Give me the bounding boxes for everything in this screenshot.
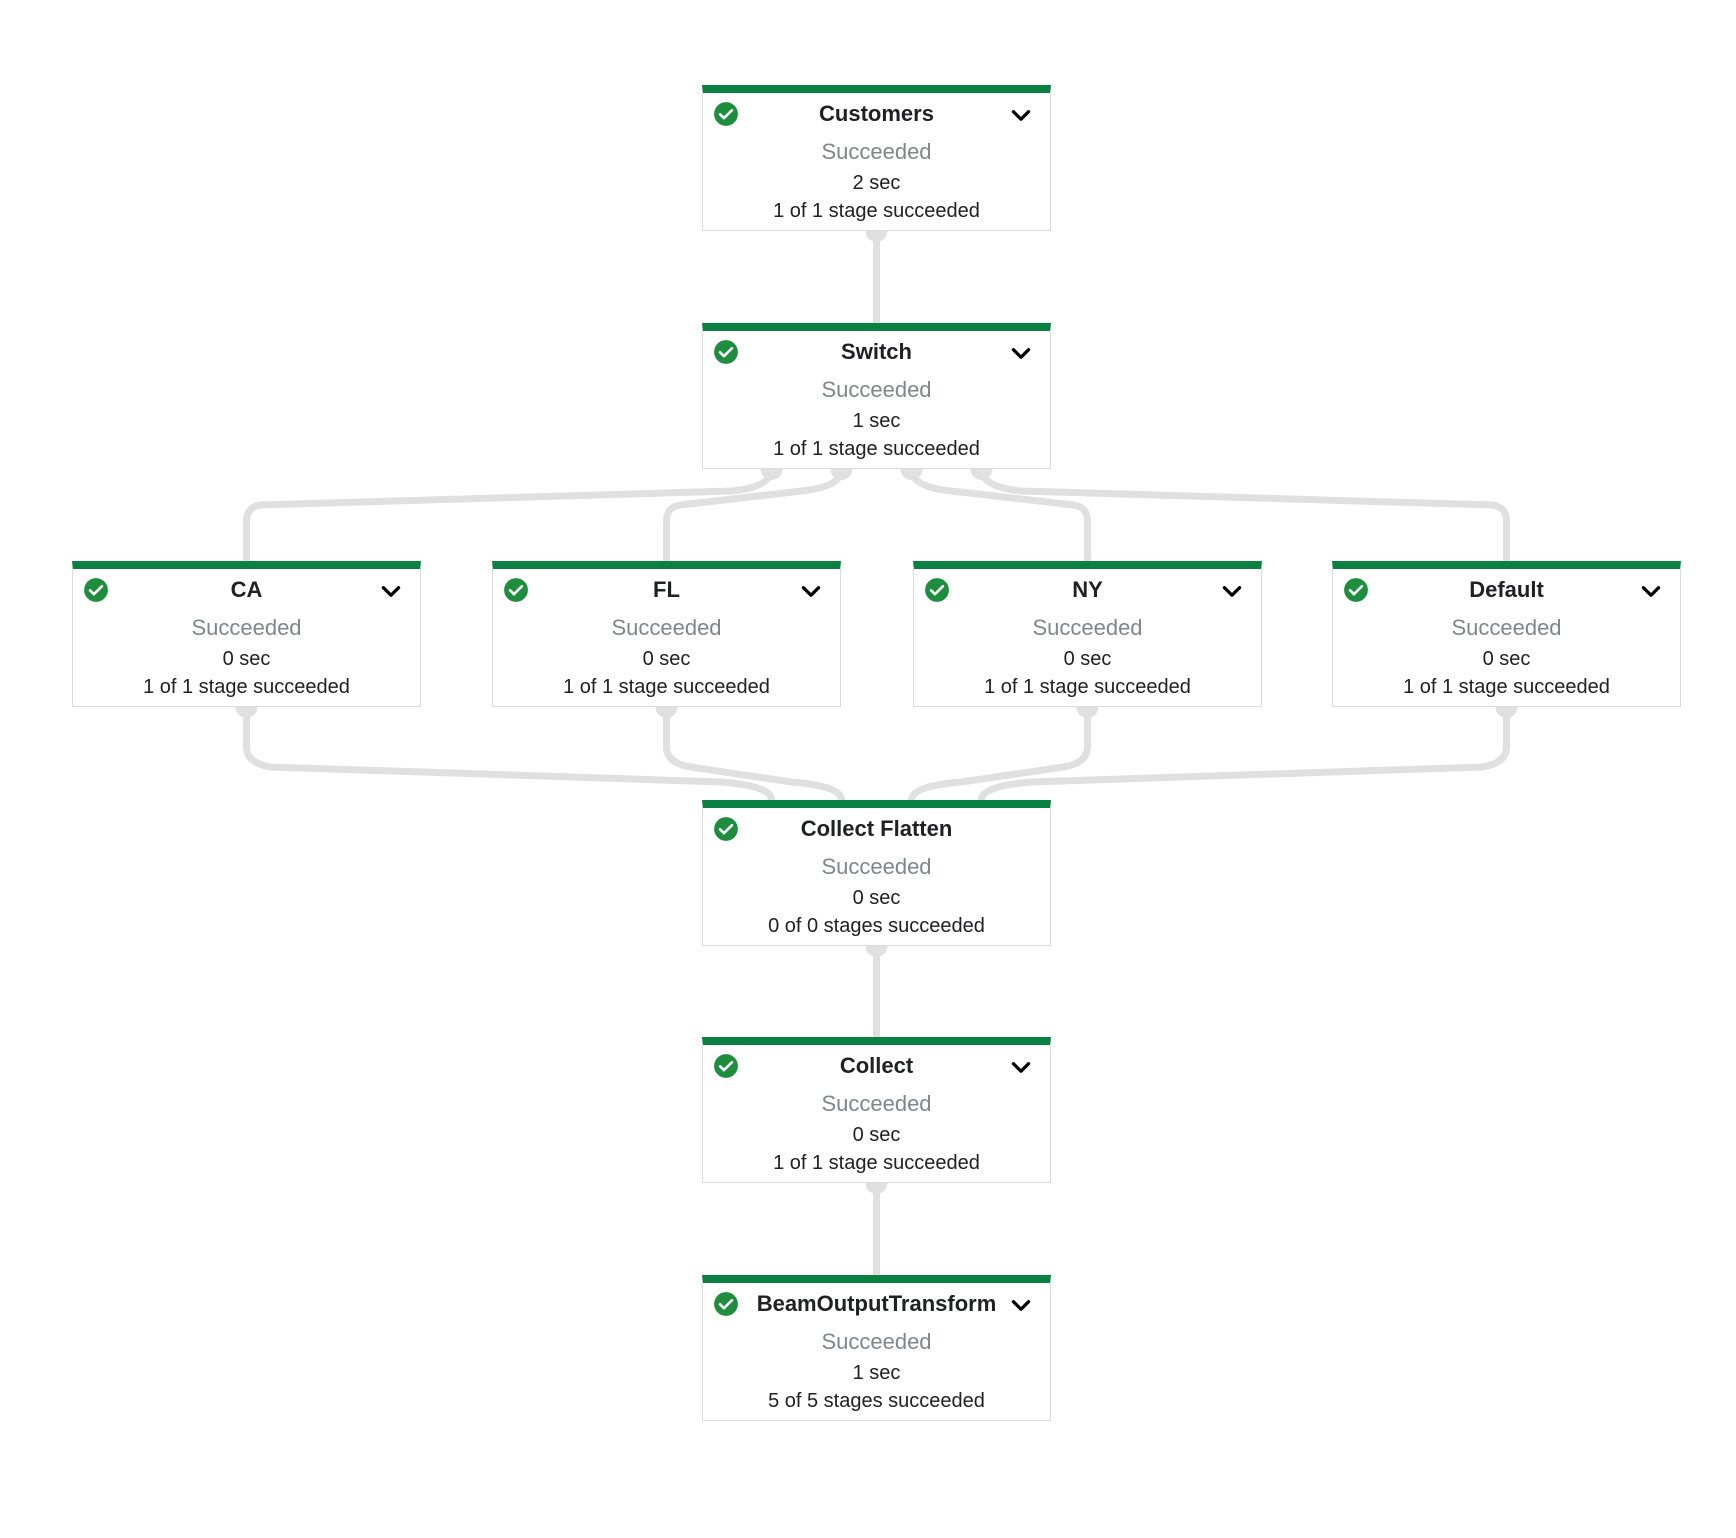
- node-title: CA: [230, 577, 263, 602]
- node-title: BeamOutputTransform: [756, 1291, 997, 1316]
- node-state: Succeeded: [821, 1091, 932, 1116]
- chevron-down-icon[interactable]: [378, 581, 404, 603]
- node-duration: 0 sec: [852, 1124, 901, 1146]
- chevron-down-icon[interactable]: [1008, 1295, 1034, 1317]
- check-circle-icon: [503, 577, 529, 603]
- output-port-customers: [865, 231, 888, 242]
- node-stages: 5 of 5 stages succeeded: [768, 1390, 985, 1412]
- node-stages: 1 of 1 stage succeeded: [1403, 676, 1610, 698]
- node-duration: 0 sec: [852, 887, 901, 909]
- node-stages: 1 of 1 stage succeeded: [773, 200, 980, 222]
- chevron-down-icon[interactable]: [1219, 581, 1245, 603]
- node-stages: 1 of 1 stage succeeded: [563, 676, 770, 698]
- check-circle-icon: [1343, 577, 1369, 603]
- output-port-collect: [865, 1183, 888, 1194]
- output-port-default: [1495, 707, 1518, 718]
- node-title: NY: [1072, 577, 1103, 602]
- node-title: Collect Flatten: [800, 816, 953, 841]
- check-circle-icon: [713, 339, 739, 365]
- node-duration: 0 sec: [1063, 648, 1112, 670]
- node-state: Succeeded: [821, 139, 932, 164]
- chevron-down-icon[interactable]: [1008, 1057, 1034, 1079]
- pipeline-graph: Customers Succeeded 2 sec 1 of 1 stage s…: [0, 0, 1736, 1538]
- node-duration: 0 sec: [222, 648, 271, 670]
- check-circle-icon: [713, 816, 739, 842]
- node-ca[interactable]: CA Succeeded 0 sec 1 of 1 stage succeede…: [72, 561, 421, 707]
- check-circle-icon: [924, 577, 950, 603]
- check-circle-icon: [713, 101, 739, 127]
- chevron-down-icon[interactable]: [1008, 343, 1034, 365]
- node-duration: 1 sec: [852, 1362, 901, 1384]
- chevron-down-icon[interactable]: [1638, 581, 1664, 603]
- node-switch[interactable]: Switch Succeeded 1 sec 1 of 1 stage succ…: [702, 323, 1051, 469]
- node-state: Succeeded: [821, 377, 932, 402]
- node-duration: 1 sec: [852, 410, 901, 432]
- node-default[interactable]: Default Succeeded 0 sec 1 of 1 stage suc…: [1332, 561, 1681, 707]
- node-duration: 0 sec: [642, 648, 691, 670]
- node-beam-output-transform[interactable]: BeamOutputTransform Succeeded 1 sec 5 of…: [702, 1275, 1051, 1421]
- node-stages: 1 of 1 stage succeeded: [143, 676, 350, 698]
- node-fl[interactable]: FL Succeeded 0 sec 1 of 1 stage succeede…: [492, 561, 841, 707]
- edge-switch-to-ny: [908, 465, 1091, 565]
- check-circle-icon: [713, 1291, 739, 1317]
- node-state: Succeeded: [821, 1329, 932, 1354]
- node-state: Succeeded: [611, 615, 722, 640]
- node-title: Collect: [839, 1053, 914, 1078]
- node-title: Default: [1469, 577, 1544, 602]
- chevron-down-icon[interactable]: [798, 581, 824, 603]
- output-port-fl: [655, 707, 678, 718]
- node-stages: 0 of 0 stages succeeded: [768, 915, 985, 937]
- check-circle-icon: [83, 577, 109, 603]
- node-duration: 2 sec: [852, 172, 901, 194]
- node-title: Switch: [841, 339, 912, 364]
- node-ny[interactable]: NY Succeeded 0 sec 1 of 1 stage succeede…: [913, 561, 1262, 707]
- node-title: FL: [653, 577, 680, 602]
- edge-ca-to-collect-flatten: [243, 703, 775, 804]
- output-port-collect-flatten: [865, 946, 888, 957]
- node-state: Succeeded: [191, 615, 302, 640]
- node-stages: 1 of 1 stage succeeded: [984, 676, 1191, 698]
- chevron-down-icon[interactable]: [1008, 105, 1034, 127]
- edge-default-to-collect-flatten: [978, 703, 1510, 804]
- node-state: Succeeded: [821, 854, 932, 879]
- node-state: Succeeded: [1451, 615, 1562, 640]
- edge-switch-to-ca: [243, 465, 775, 565]
- node-customers[interactable]: Customers Succeeded 2 sec 1 of 1 stage s…: [702, 85, 1051, 231]
- edge-switch-to-default: [978, 465, 1510, 565]
- edge-switch-to-fl: [663, 465, 845, 565]
- node-stages: 1 of 1 stage succeeded: [773, 1152, 980, 1174]
- node-duration: 0 sec: [1482, 648, 1531, 670]
- node-collect[interactable]: Collect Succeeded 0 sec 1 of 1 stage suc…: [702, 1037, 1051, 1183]
- node-collect-flatten[interactable]: Collect Flatten Succeeded 0 sec 0 of 0 s…: [702, 800, 1051, 946]
- output-port-ca: [235, 707, 258, 718]
- node-title: Customers: [819, 101, 934, 126]
- check-circle-icon: [713, 1053, 739, 1079]
- output-port-ny: [1076, 707, 1099, 718]
- node-state: Succeeded: [1032, 615, 1143, 640]
- node-stages: 1 of 1 stage succeeded: [773, 438, 980, 460]
